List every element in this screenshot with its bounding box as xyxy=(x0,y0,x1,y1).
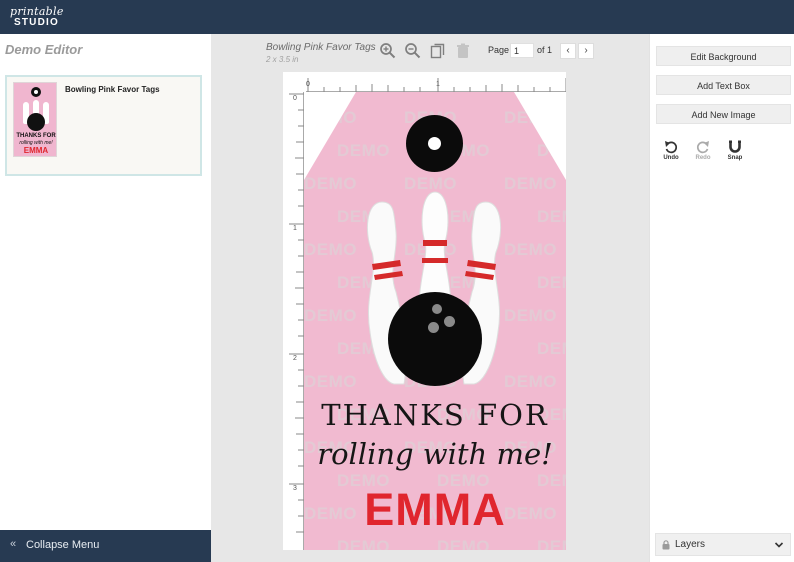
left-sidebar: Demo Editor THANKS FOR rolling with me! … xyxy=(0,34,211,562)
collapse-menu-label: Collapse Menu xyxy=(26,539,100,551)
redo-icon xyxy=(697,141,709,154)
add-new-image-button[interactable]: Add New Image xyxy=(656,104,791,124)
double-chevron-left-icon: « xyxy=(10,538,17,550)
canvas-text-thanks[interactable]: THANKS FOR xyxy=(304,398,566,432)
zoom-out-icon xyxy=(405,43,421,59)
delete-button[interactable] xyxy=(454,42,472,60)
top-bar: printable STUDIO xyxy=(0,0,794,34)
undo-label: Undo xyxy=(663,155,679,161)
undo-button[interactable]: Undo xyxy=(658,140,684,161)
big-bowling-ball[interactable] xyxy=(388,292,482,386)
chevron-down-icon xyxy=(774,542,784,548)
document-thumbnail[interactable]: THANKS FOR rolling with me! EMMA xyxy=(13,82,57,157)
duplicate-button[interactable] xyxy=(429,42,447,60)
redo-label: Redo xyxy=(695,155,711,161)
document-title: Bowling Pink Favor Tags xyxy=(266,42,376,53)
vertical-ruler: 0 1 2 3 xyxy=(283,92,304,550)
ruler-corner xyxy=(283,72,306,92)
ruler-label: 0 xyxy=(306,81,310,88)
next-page-button[interactable]: › xyxy=(578,43,594,59)
chevron-right-icon: › xyxy=(584,45,588,56)
demo-watermark: DEMO xyxy=(337,537,390,550)
prev-page-button[interactable]: ‹ xyxy=(560,43,576,59)
undo-icon xyxy=(665,141,677,154)
thumb-text-top: THANKS FOR xyxy=(16,133,56,139)
thumb-text-name: EMMA xyxy=(23,146,49,155)
zoom-in-button[interactable] xyxy=(379,42,397,60)
snap-button[interactable]: Snap xyxy=(722,140,748,161)
printable-studio-logo[interactable]: printable STUDIO xyxy=(8,4,68,30)
add-text-box-button[interactable]: Add Text Box xyxy=(656,75,791,95)
finger-hole xyxy=(432,304,442,314)
chevron-left-icon: ‹ xyxy=(566,45,570,56)
redo-button[interactable]: Redo xyxy=(690,140,716,161)
edit-background-button[interactable]: Edit Background xyxy=(656,46,791,66)
layers-dropdown[interactable]: Layers xyxy=(655,533,791,556)
lock-icon xyxy=(662,540,670,550)
copy-icon xyxy=(430,43,445,59)
ruler-label: 1 xyxy=(436,81,440,88)
demo-watermark: DEMO xyxy=(537,537,566,550)
collapse-menu-button[interactable]: « Collapse Menu xyxy=(0,530,211,562)
ruler-label: 1 xyxy=(293,225,297,232)
page-total: of 1 xyxy=(537,45,553,55)
editor-workspace: Bowling Pink Favor Tags 2 x 3.5 in Page … xyxy=(211,34,649,562)
horizontal-ruler: 0 1 xyxy=(306,72,566,92)
thumb-hole xyxy=(34,90,38,94)
ruler-label: 3 xyxy=(293,485,297,492)
design-canvas[interactable]: DEMODEMODEMODEMODEMODEMODEMODEMODEMODEMO… xyxy=(304,92,566,550)
document-card[interactable]: THANKS FOR rolling with me! EMMA Bowling… xyxy=(5,75,202,176)
magnet-icon xyxy=(729,140,741,153)
snap-label: Snap xyxy=(727,155,743,161)
vertical-ruler-ticks xyxy=(289,93,304,533)
zoom-in-icon xyxy=(380,43,396,59)
right-panel: Edit Background Add Text Box Add New Ima… xyxy=(649,34,794,562)
logo-text-studio: STUDIO xyxy=(14,17,59,28)
page-label: Page xyxy=(488,45,510,55)
canvas-text-rolling[interactable]: rolling with me! xyxy=(304,437,566,471)
layers-label: Layers xyxy=(675,539,706,550)
thumb-ball xyxy=(27,113,45,131)
canvas-text-name[interactable]: EMMA xyxy=(304,484,566,536)
ruler-label: 0 xyxy=(293,95,297,102)
finger-hole xyxy=(444,316,455,327)
trash-icon xyxy=(457,43,469,58)
demo-watermark: DEMO xyxy=(437,537,490,550)
ruler-label: 2 xyxy=(293,355,297,362)
document-name: Bowling Pink Favor Tags xyxy=(65,85,160,94)
sidebar-title: Demo Editor xyxy=(5,42,83,57)
document-size: 2 x 3.5 in xyxy=(266,55,299,64)
zoom-out-button[interactable] xyxy=(404,42,422,60)
finger-hole xyxy=(428,322,439,333)
page-number-input[interactable] xyxy=(510,43,534,58)
